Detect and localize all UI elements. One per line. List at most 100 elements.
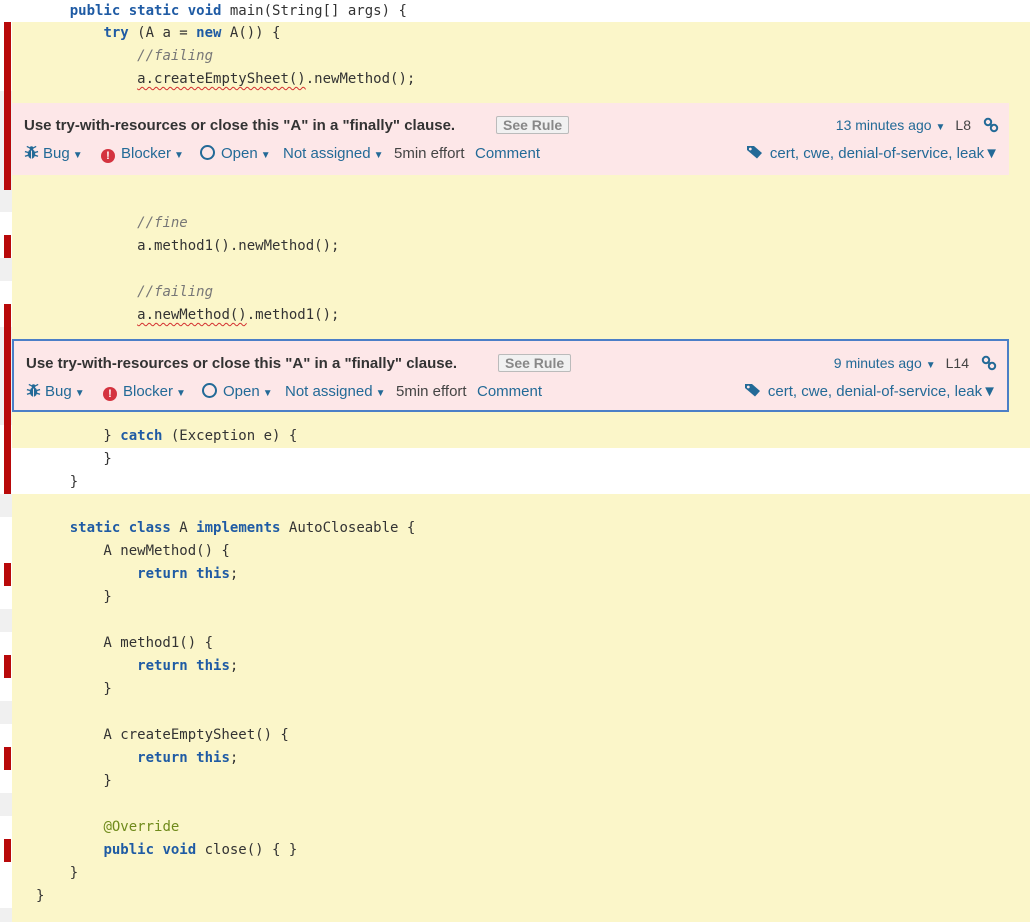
caret-down-icon: ▼ bbox=[925, 360, 936, 371]
issue-location-marker[interactable] bbox=[4, 448, 11, 471]
code-line: } bbox=[0, 678, 1030, 701]
blocker-severity-icon: ! bbox=[103, 387, 117, 401]
issue-assignee-dropdown[interactable]: Not assigned ▼ bbox=[285, 383, 385, 400]
caret-down-icon: ▼ bbox=[262, 388, 273, 399]
code-token: } bbox=[36, 681, 112, 697]
line-gutter bbox=[0, 701, 12, 724]
issue-location-marker[interactable] bbox=[4, 91, 11, 190]
issue-location-marker[interactable] bbox=[4, 655, 11, 678]
issue-location-marker[interactable] bbox=[4, 747, 11, 770]
caret-down-icon: ▼ bbox=[984, 145, 999, 162]
issue-location-marker[interactable] bbox=[4, 327, 11, 425]
comment: //fine bbox=[137, 215, 188, 231]
line-content: a.createEmptySheet().newMethod(); bbox=[12, 68, 1030, 91]
code-token: A newMethod() { bbox=[36, 543, 230, 559]
line-gutter bbox=[0, 258, 12, 281]
issue-location-marker[interactable] bbox=[4, 68, 11, 91]
issue-location-marker[interactable] bbox=[4, 839, 11, 862]
issue-age-dropdown[interactable]: 9 minutes ago bbox=[834, 355, 922, 371]
line-gutter bbox=[0, 885, 12, 908]
issue-severity-dropdown[interactable]: ! Blocker ▼ bbox=[101, 145, 184, 163]
line-gutter bbox=[0, 816, 12, 839]
issue-age-dropdown[interactable]: 13 minutes ago bbox=[836, 117, 932, 133]
see-rule-button[interactable]: See Rule bbox=[496, 116, 570, 134]
issue-status-dropdown[interactable]: Open ▼ bbox=[202, 383, 273, 400]
code-text: public void close() { } bbox=[36, 842, 297, 859]
issue-tags-dropdown[interactable]: cert, cwe, denial-of-service, leak▼ bbox=[744, 383, 997, 402]
line-gutter bbox=[0, 632, 12, 655]
line-content: } bbox=[12, 885, 1030, 908]
keyword: new bbox=[196, 25, 222, 41]
line-content: A method1() { bbox=[12, 632, 1030, 655]
line-content: @Override bbox=[12, 816, 1030, 839]
line-content: public void close() { } bbox=[12, 839, 1030, 862]
code-line: } bbox=[0, 862, 1030, 885]
line-gutter bbox=[0, 609, 12, 632]
line-content: } bbox=[12, 678, 1030, 701]
code-text: return this; bbox=[36, 658, 238, 675]
issue-squiggle[interactable]: a.newMethod() bbox=[137, 307, 247, 323]
issue-status-dropdown[interactable]: Open ▼ bbox=[200, 145, 271, 162]
line-content bbox=[12, 190, 1030, 212]
code-token: close() { } bbox=[196, 842, 298, 858]
issue-status-dropdown-label: Open bbox=[221, 145, 258, 162]
issue-location-marker[interactable] bbox=[4, 235, 11, 258]
keyword: public static void bbox=[69, 3, 222, 19]
line-content: a.newMethod().method1(); bbox=[12, 304, 1030, 327]
comment-link-label: Comment bbox=[477, 383, 543, 400]
link-icon[interactable] bbox=[981, 355, 997, 372]
code-line: a.newMethod().method1(); bbox=[0, 304, 1030, 327]
issue-message[interactable]: Use try-with-resources or close this "A"… bbox=[26, 355, 457, 372]
line-content: A createEmptySheet() { bbox=[12, 724, 1030, 747]
issue-severity-dropdown[interactable]: ! Blocker ▼ bbox=[103, 383, 186, 401]
issue-location-marker[interactable] bbox=[4, 304, 11, 327]
code-line: A method1() { bbox=[0, 632, 1030, 655]
code-line: } bbox=[0, 471, 1030, 494]
issue-location-marker[interactable] bbox=[4, 563, 11, 586]
issue-type-dropdown[interactable]: Bug ▼ bbox=[26, 383, 85, 402]
code-text: } bbox=[36, 451, 111, 468]
code-line: static class A implements AutoCloseable … bbox=[0, 517, 1030, 540]
comment-link[interactable]: Comment bbox=[477, 383, 542, 400]
open-status-icon bbox=[200, 145, 215, 160]
issue-location-marker[interactable] bbox=[4, 22, 11, 45]
code-line: } bbox=[0, 885, 1030, 908]
issue-meta: 9 minutes ago ▼ L14 bbox=[834, 355, 997, 372]
line-content: } bbox=[12, 448, 1030, 471]
source-viewer: public static void main(String[] args) {… bbox=[0, 0, 1030, 922]
issue-assignee-dropdown[interactable]: Not assigned ▼ bbox=[283, 145, 383, 162]
code-text: a.createEmptySheet().newMethod(); bbox=[36, 71, 415, 88]
link-icon[interactable] bbox=[983, 117, 999, 134]
issue-box[interactable]: Use try-with-resources or close this "A"… bbox=[12, 339, 1009, 412]
issue-box[interactable]: Use try-with-resources or close this "A"… bbox=[12, 103, 1009, 175]
caret-down-icon: ▼ bbox=[260, 150, 271, 161]
line-content: try (A a = new A()) { bbox=[12, 22, 1030, 45]
code-line: return this; bbox=[0, 655, 1030, 678]
caret-down-icon: ▼ bbox=[373, 150, 384, 161]
code-line: } bbox=[0, 448, 1030, 471]
code-text: static class A implements AutoCloseable … bbox=[36, 520, 416, 537]
issue-type-dropdown[interactable]: Bug ▼ bbox=[24, 145, 83, 164]
issue-message[interactable]: Use try-with-resources or close this "A"… bbox=[24, 117, 455, 134]
issue-location-marker[interactable] bbox=[4, 425, 11, 448]
line-content: return this; bbox=[12, 747, 1030, 770]
issue-location-marker[interactable] bbox=[4, 45, 11, 68]
caret-down-icon: ▼ bbox=[72, 150, 83, 161]
annotation: @Override bbox=[103, 819, 180, 835]
line-gutter bbox=[0, 862, 12, 885]
keyword: return this bbox=[137, 658, 230, 674]
spacer-line bbox=[0, 793, 1030, 816]
issue-tags-dropdown[interactable]: cert, cwe, denial-of-service, leak▼ bbox=[746, 145, 999, 164]
comment-link[interactable]: Comment bbox=[475, 145, 540, 162]
issue-location-marker[interactable] bbox=[4, 471, 11, 494]
issue-squiggle[interactable]: a.createEmptySheet() bbox=[137, 71, 306, 87]
line-content bbox=[12, 494, 1030, 517]
caret-down-icon: ▼ bbox=[74, 388, 85, 399]
see-rule-button[interactable]: See Rule bbox=[498, 354, 572, 372]
caret-down-icon: ▼ bbox=[174, 150, 184, 161]
code-text: @Override bbox=[36, 819, 179, 836]
code-text: a.method1().newMethod(); bbox=[36, 238, 339, 255]
code-token: } bbox=[36, 428, 121, 444]
